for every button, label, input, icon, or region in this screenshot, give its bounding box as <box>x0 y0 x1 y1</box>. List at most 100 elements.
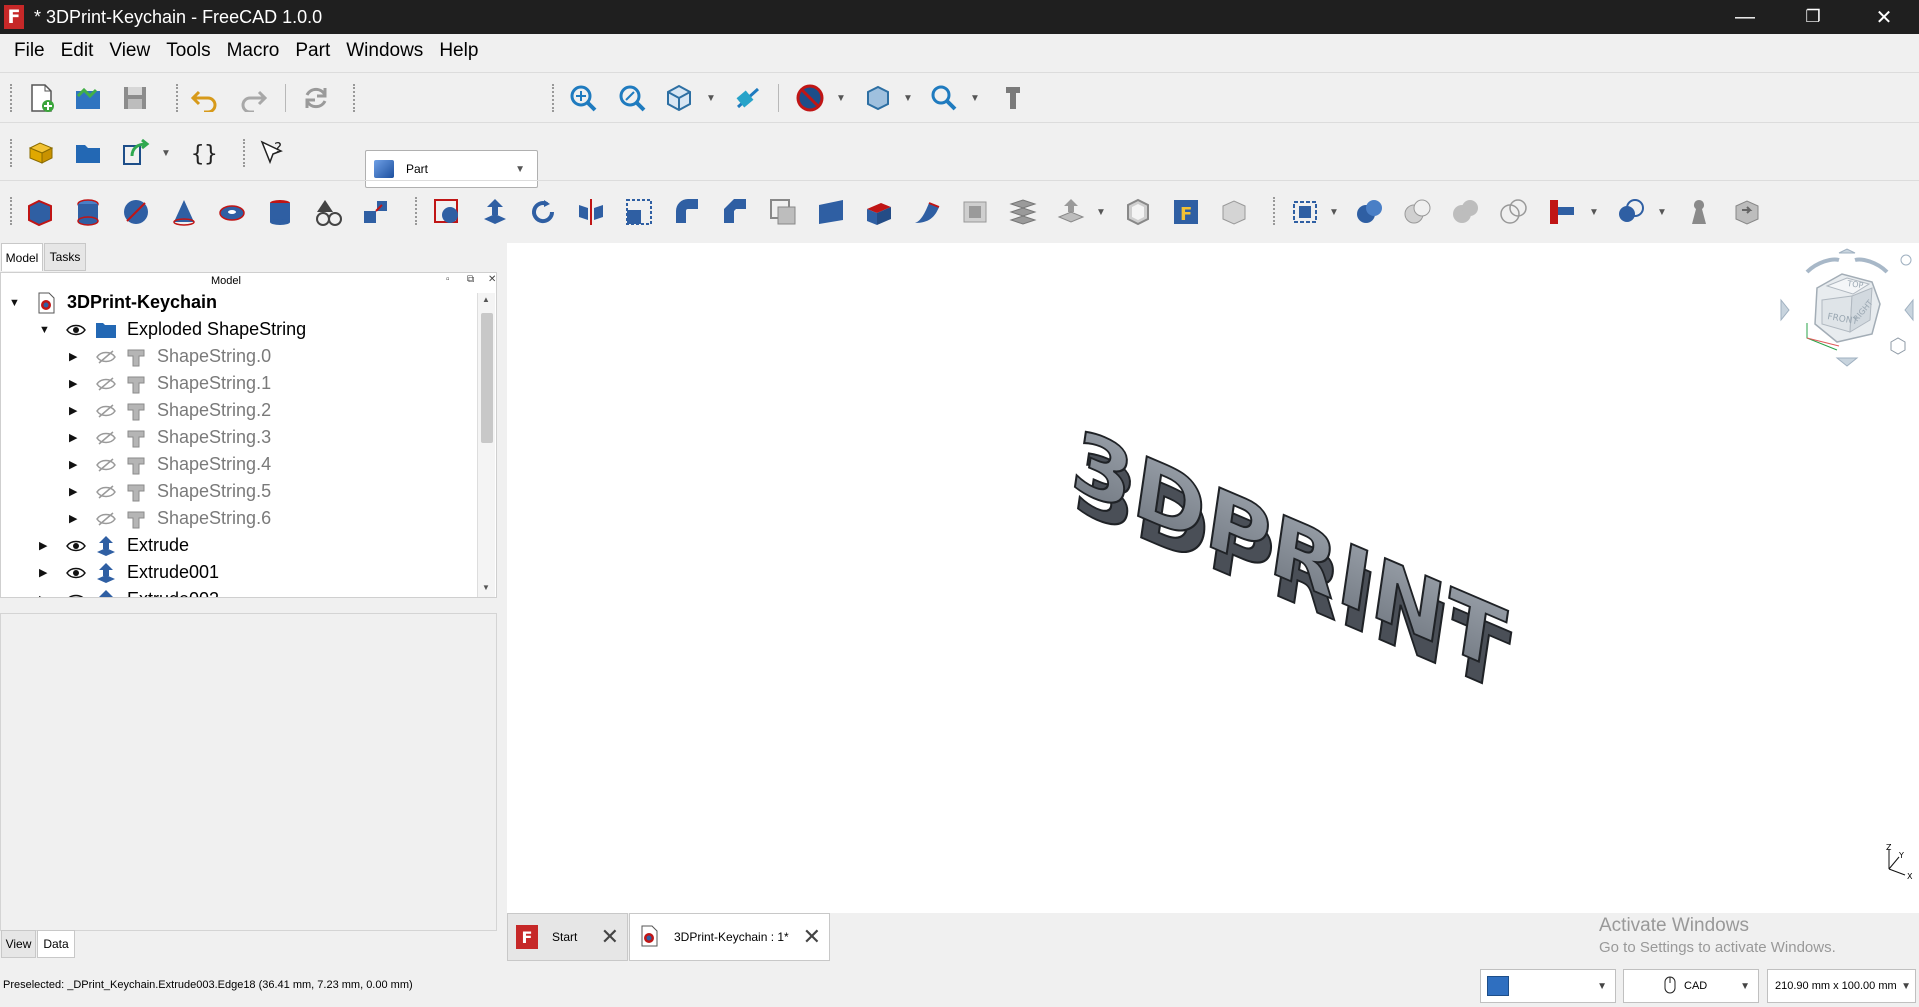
close-panel-icon[interactable]: ✕ <box>488 274 496 285</box>
part-cube-icon[interactable] <box>23 195 57 229</box>
expand-arrow-icon[interactable]: ▶ <box>69 404 83 417</box>
part-loft-icon[interactable] <box>862 195 896 229</box>
tree-item-shapestring[interactable]: ▶ ShapeString.1 <box>69 370 271 397</box>
zoom-dropdown-icon[interactable]: ▼ <box>969 81 981 115</box>
draw-style-icon[interactable] <box>793 81 827 115</box>
part-projection-icon[interactable]: F <box>1169 195 1203 229</box>
part-thickness-icon[interactable] <box>1121 195 1155 229</box>
expand-arrow-icon[interactable]: ▶ <box>39 539 53 552</box>
standard-views-icon[interactable] <box>662 81 696 115</box>
part-sweep-icon[interactable] <box>910 195 944 229</box>
measure-icon[interactable] <box>732 81 766 115</box>
scrollbar-thumb[interactable] <box>481 313 493 443</box>
part-cut-icon[interactable] <box>1401 195 1435 229</box>
variable-set-icon[interactable]: {} <box>186 136 220 170</box>
what-is-this-tool-icon[interactable] <box>996 81 1030 115</box>
part-check-geometry-icon[interactable] <box>1682 195 1716 229</box>
minimize-button[interactable]: — <box>1710 0 1780 34</box>
toolbar-grip[interactable] <box>1273 197 1277 225</box>
expand-arrow-icon[interactable]: ▶ <box>69 350 83 363</box>
menu-part[interactable]: Part <box>295 40 330 62</box>
part-mirror-icon[interactable] <box>574 195 608 229</box>
create-link-icon[interactable] <box>118 136 152 170</box>
part-cone-icon[interactable] <box>167 195 201 229</box>
tab-view-properties[interactable]: View <box>1 930 36 958</box>
part-shape-from-mesh-icon[interactable] <box>430 195 464 229</box>
toolbar-grip[interactable] <box>415 197 419 225</box>
part-join-features-icon[interactable] <box>1545 195 1579 229</box>
part-sphere-icon[interactable] <box>119 195 153 229</box>
close-tab-icon[interactable]: ✕ <box>601 924 619 950</box>
part-compound-dropdown-icon[interactable]: ▼ <box>1328 195 1340 229</box>
part-container-icon[interactable] <box>24 136 58 170</box>
part-scale-icon[interactable] <box>622 195 656 229</box>
restore-button[interactable]: ❐ <box>1778 0 1848 34</box>
part-offset-dropdown-icon[interactable]: ▼ <box>1095 195 1107 229</box>
tree-item-extrude[interactable]: ▶ Extrude002 <box>39 586 219 597</box>
tree-item-extrude[interactable]: ▶ Extrude001 <box>39 559 219 586</box>
navigation-cube[interactable]: TOP FRONT RIGHT <box>1777 248 1917 378</box>
menu-file[interactable]: File <box>14 40 45 62</box>
tree-scrollbar[interactable]: ▲ ▼ <box>477 293 495 597</box>
scroll-down-icon[interactable]: ▼ <box>482 583 490 592</box>
hidden-eye-icon[interactable] <box>95 403 117 418</box>
redo-icon[interactable] <box>236 81 270 115</box>
tree-item-shapestring[interactable]: ▶ ShapeString.0 <box>69 343 271 370</box>
expand-arrow-icon[interactable]: ▶ <box>69 458 83 471</box>
zoom-icon[interactable] <box>927 81 961 115</box>
tab-tasks[interactable]: Tasks <box>44 243 86 271</box>
part-splitting-tools-icon[interactable] <box>1614 195 1648 229</box>
expand-arrow-icon[interactable]: ▶ <box>39 566 53 579</box>
part-primitives-icon[interactable] <box>311 195 345 229</box>
tree-item-shapestring[interactable]: ▶ ShapeString.6 <box>69 505 271 532</box>
float-panel-icon[interactable]: ⧉ <box>467 274 474 285</box>
tab-3dprint-keychain[interactable]: 3DPrint-Keychain : 1* ✕ <box>629 913 830 961</box>
toolbar-grip[interactable] <box>10 197 14 225</box>
part-extrude-icon[interactable] <box>478 195 512 229</box>
refresh-icon[interactable] <box>299 81 333 115</box>
part-fillet-icon[interactable] <box>670 195 704 229</box>
tree-item-shapestring[interactable]: ▶ ShapeString.3 <box>69 424 271 451</box>
toolbar-grip[interactable] <box>176 84 180 112</box>
part-cylinder-icon[interactable] <box>71 195 105 229</box>
toolbar-grip[interactable] <box>552 84 556 112</box>
part-defeaturing-icon[interactable] <box>1730 195 1764 229</box>
bounding-box-dropdown-icon[interactable]: ▼ <box>902 81 914 115</box>
whats-this-help-icon[interactable]: ? <box>256 136 290 170</box>
collapse-panel-icon[interactable]: ▫ <box>446 274 450 285</box>
3d-viewport[interactable]: 3DPRINT 3DPRINT TOP FRONT RIGHT Z Y X <box>507 243 1919 913</box>
hidden-eye-icon[interactable] <box>95 484 117 499</box>
part-splitting-tools-dropdown-icon[interactable]: ▼ <box>1656 195 1668 229</box>
part-common-icon[interactable] <box>1497 195 1531 229</box>
menu-view[interactable]: View <box>109 40 150 62</box>
standard-views-dropdown-icon[interactable]: ▼ <box>705 81 717 115</box>
visibility-eye-icon[interactable] <box>65 566 87 580</box>
expand-arrow-icon[interactable]: ▶ <box>69 377 83 390</box>
part-make-face-icon[interactable] <box>766 195 800 229</box>
dimension-display[interactable]: 210.90 mm x 100.00 mm ▼ <box>1767 969 1916 1003</box>
toolbar-grip[interactable] <box>243 139 247 167</box>
menu-help[interactable]: Help <box>439 40 478 62</box>
fit-selection-icon[interactable] <box>615 81 649 115</box>
part-section-icon[interactable] <box>958 195 992 229</box>
part-cross-sections-icon[interactable] <box>1006 195 1040 229</box>
tree-item-shapestring[interactable]: ▶ ShapeString.4 <box>69 451 271 478</box>
part-boolean-icon[interactable] <box>1353 195 1387 229</box>
hidden-eye-icon[interactable] <box>95 511 117 526</box>
part-tube-icon[interactable] <box>263 195 297 229</box>
menu-windows[interactable]: Windows <box>346 40 423 62</box>
collapse-arrow-icon[interactable]: ▼ <box>39 324 53 336</box>
part-color-per-face-icon[interactable] <box>1217 195 1251 229</box>
expand-arrow-icon[interactable]: ▶ <box>69 431 83 444</box>
tab-data-properties[interactable]: Data <box>37 930 75 958</box>
open-document-icon[interactable] <box>71 81 105 115</box>
tab-start[interactable]: F Start ✕ <box>507 913 628 961</box>
expand-arrow-icon[interactable]: ▶ <box>69 512 83 525</box>
expand-arrow-icon[interactable]: ▶ <box>69 485 83 498</box>
part-torus-icon[interactable] <box>215 195 249 229</box>
close-window-button[interactable]: ✕ <box>1849 0 1919 34</box>
toolbar-grip[interactable] <box>353 84 357 112</box>
menu-tools[interactable]: Tools <box>166 40 210 62</box>
draw-style-selector[interactable]: ▼ <box>1480 969 1616 1003</box>
hidden-eye-icon[interactable] <box>95 430 117 445</box>
